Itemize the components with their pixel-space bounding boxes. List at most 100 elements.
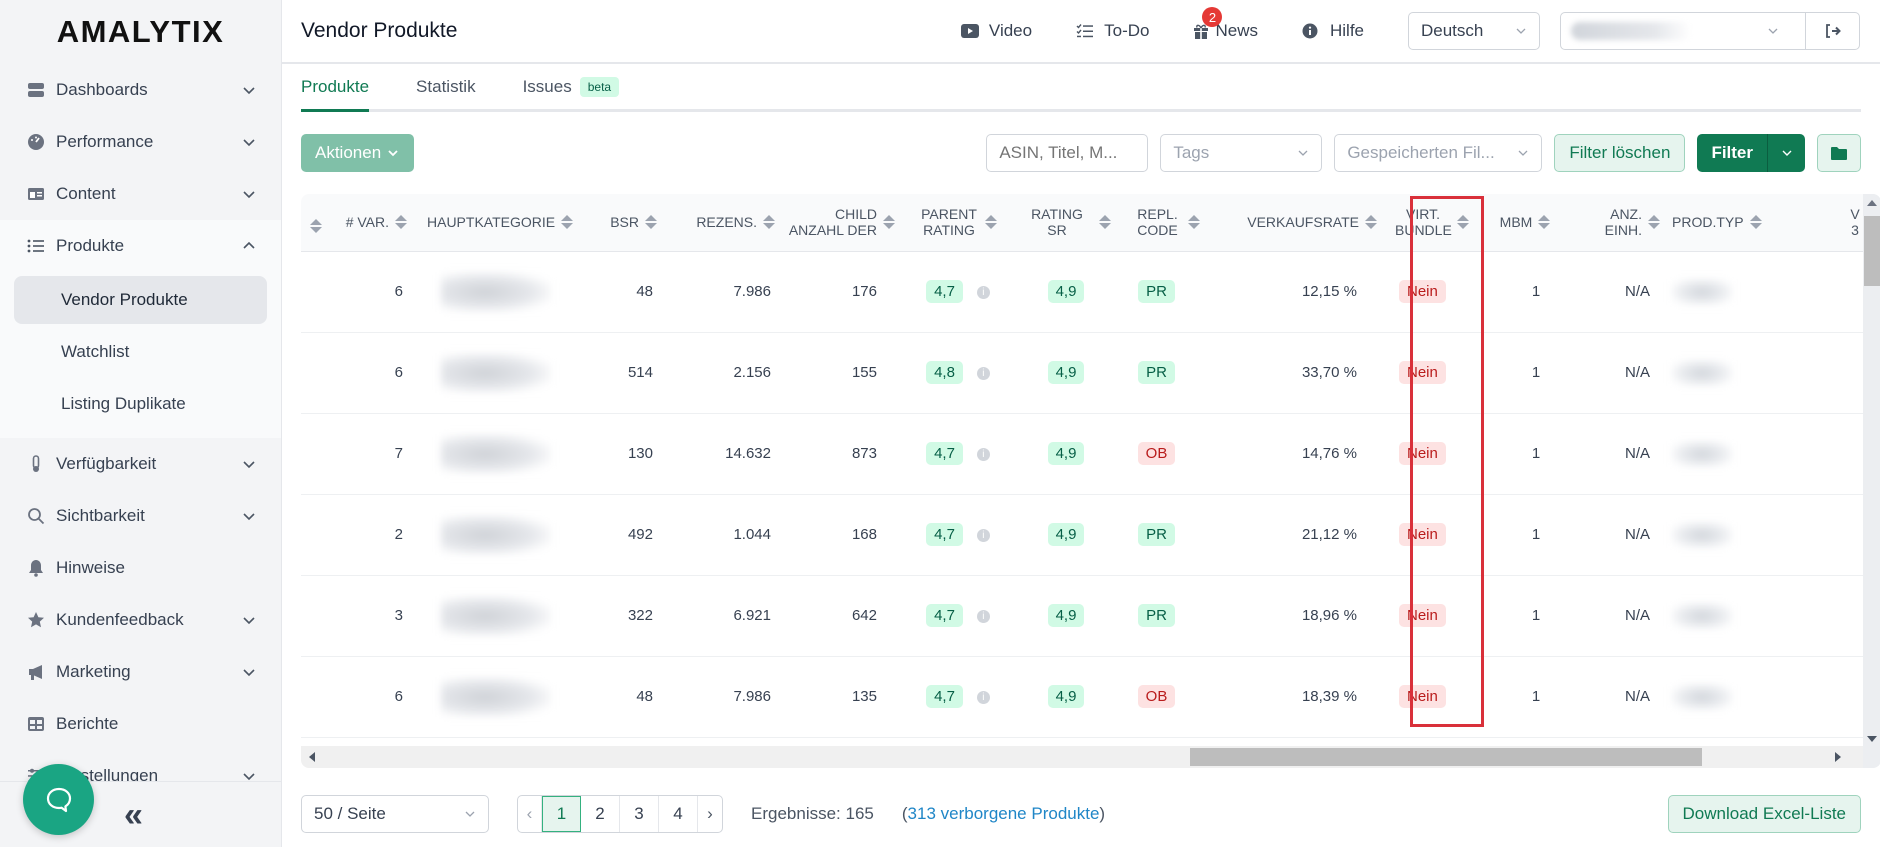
sidebar-item-sichtbarkeit[interactable]: Sichtbarkeit — [0, 490, 281, 542]
saved-filter-select[interactable]: Gespeicherten Fil... — [1334, 134, 1543, 172]
tab-label: Statistik — [416, 77, 476, 96]
info-icon[interactable]: i — [976, 609, 990, 623]
page-button-1[interactable]: 1 — [542, 796, 581, 832]
sidebar-item-kundenfeedback[interactable]: Kundenfeedback — [0, 594, 281, 646]
cell-repl-code: PR — [1115, 332, 1218, 414]
column-header-sort-prev[interactable] — [301, 194, 331, 252]
folder-button[interactable] — [1817, 134, 1861, 172]
download-excel-button[interactable]: Download Excel-Liste — [1667, 795, 1861, 833]
page-button-2[interactable]: 2 — [581, 796, 620, 832]
vertical-scroll-thumb[interactable] — [1864, 216, 1880, 286]
column-header-virt-bundle[interactable]: VIRT. BUNDLE — [1381, 194, 1481, 252]
account-select[interactable] — [1560, 12, 1860, 50]
cell-bsr: 514 — [581, 332, 661, 414]
search-input[interactable] — [986, 134, 1149, 172]
scroll-down-icon[interactable] — [1867, 736, 1877, 742]
column-header-parent-rating[interactable]: PARENT RATING — [899, 194, 1017, 252]
tab-label: Issues — [522, 77, 572, 96]
column-header-prod-typ[interactable]: PROD.TYP — [1664, 194, 1814, 252]
info-icon[interactable]: i — [976, 690, 990, 704]
column-header-rezens[interactable]: REZENS. — [661, 194, 779, 252]
table-row[interactable]: 7 130 14.632 873 4,7 i 4,9 OB 14,76 % Nein 1 N/A — [301, 413, 1865, 495]
sidebar-item-content[interactable]: Content — [0, 168, 281, 220]
column-header-anz-einh[interactable]: ANZ. EINH. — [1569, 194, 1664, 252]
sidebar-item-hinweise[interactable]: Hinweise — [0, 542, 281, 594]
sidebar-subitem-vendor-produkte[interactable]: Vendor Produkte — [14, 276, 267, 324]
sidebar-item-performance[interactable]: Performance — [0, 116, 281, 168]
tags-select[interactable]: Tags — [1160, 134, 1323, 172]
info-icon[interactable]: i — [976, 285, 990, 299]
page-button-4[interactable]: 4 — [659, 796, 698, 832]
todo-link[interactable]: To-Do — [1076, 21, 1149, 41]
page-button-3[interactable]: 3 — [620, 796, 659, 832]
table-row[interactable]: 6 48 7.986 176 4,7 i 4,9 PR 12,15 % Nein 1 N/A — [301, 251, 1865, 333]
video-link[interactable]: Video — [960, 21, 1032, 41]
sort-icon — [1749, 215, 1762, 230]
thermometer-icon — [26, 454, 46, 474]
news-link[interactable]: 2 News — [1193, 7, 1258, 41]
account-value[interactable] — [1561, 13, 1805, 49]
column-header-child-anzahl[interactable]: CHILD ANZAHL DER — [779, 194, 899, 252]
table-row[interactable]: 6 514 2.156 155 4,8 i 4,9 PR 33,70 % Nein 1 N/A — [301, 332, 1865, 414]
table-row[interactable]: 6 48 7.986 135 4,7 i 4,9 OB 18,39 % Nein 1 N/A — [301, 656, 1865, 738]
column-header-rating-sr[interactable]: RATING SR — [1017, 194, 1115, 252]
sort-icon — [1457, 215, 1469, 230]
actions-button[interactable]: Aktionen — [301, 134, 415, 172]
sidebar-item-produkte[interactable]: Produkte — [0, 220, 281, 272]
sidebar-item-marketing[interactable]: Marketing — [0, 646, 281, 698]
filter-dropdown-button[interactable] — [1768, 134, 1805, 172]
filter-button-group: Filter — [1697, 134, 1805, 172]
column-header-var[interactable]: # VAR. — [331, 194, 411, 252]
info-icon[interactable]: i — [976, 528, 990, 542]
parent-rating-pill: 4,8 — [926, 361, 963, 384]
scroll-right-icon[interactable] — [1835, 752, 1841, 762]
next-page-button[interactable]: › — [698, 796, 722, 832]
clear-filter-button[interactable]: Filter löschen — [1554, 134, 1686, 172]
table-row[interactable]: 3 322 6.921 642 4,7 i 4,9 PR 18,96 % Nein 1 N/A — [301, 575, 1865, 657]
filter-button[interactable]: Filter — [1697, 134, 1768, 172]
help-link[interactable]: Hilfe — [1302, 21, 1364, 41]
tab-statistik[interactable]: Statistik — [416, 77, 476, 109]
tab-issues[interactable]: Issues beta — [523, 77, 620, 109]
sidebar-subitem-listing-duplikate[interactable]: Listing Duplikate — [14, 380, 267, 428]
repl-code-pill: OB — [1137, 685, 1176, 708]
cell-mbm: 1 — [1481, 251, 1569, 333]
tab-produkte[interactable]: Produkte — [301, 77, 370, 112]
column-header-bsr[interactable]: BSR — [581, 194, 661, 252]
cell-prod-typ — [1664, 494, 1814, 576]
cell-prod-typ — [1664, 413, 1814, 495]
horizontal-scrollbar[interactable] — [301, 746, 1863, 768]
info-icon[interactable]: i — [976, 447, 990, 461]
id-card-icon — [26, 184, 46, 204]
sidebar-item-verfuegbarkeit[interactable]: Verfügbarkeit — [0, 438, 281, 490]
cell-verkaufsrate: 18,96 % — [1218, 575, 1381, 657]
scroll-up-icon[interactable] — [1867, 200, 1877, 206]
sidebar-item-label: Berichte — [56, 714, 119, 733]
column-header-hauptkategorie[interactable]: HAUPTKATEGORIE — [411, 194, 581, 252]
sidebar-item-dashboards[interactable]: Dashboards — [0, 64, 281, 116]
table-row[interactable]: 2 492 1.044 168 4,7 i 4,9 PR 21,12 % Nein 1 N/A — [301, 494, 1865, 576]
info-icon[interactable]: i — [976, 366, 990, 380]
page-size-select[interactable]: 50 / Seite — [301, 795, 489, 833]
collapse-sidebar-button[interactable]: « — [124, 798, 143, 832]
repl-code-pill: PR — [1138, 604, 1175, 627]
chat-button[interactable] — [23, 764, 94, 835]
cell-child-anzahl: 168 — [779, 494, 899, 576]
cell-var: 2 — [331, 494, 411, 576]
language-select[interactable]: Deutsch — [1408, 12, 1540, 50]
sidebar-item-berichte[interactable]: Berichte — [0, 698, 281, 750]
prev-page-button[interactable]: ‹ — [518, 796, 542, 832]
cell-mbm: 1 — [1481, 575, 1569, 657]
column-header-next[interactable]: V 3 — [1814, 194, 1865, 252]
column-header-verkaufsrate[interactable]: VERKAUFSRATE — [1218, 194, 1381, 252]
vertical-scrollbar[interactable] — [1863, 194, 1880, 768]
column-header-mbm[interactable]: MBM — [1481, 194, 1569, 252]
hidden-products-link[interactable]: 313 verborgene Produkte — [908, 804, 1100, 823]
chevron-down-icon — [1782, 150, 1791, 156]
horizontal-scroll-thumb[interactable] — [1190, 748, 1702, 766]
column-header-repl-code[interactable]: REPL. CODE — [1115, 194, 1218, 252]
logout-button[interactable] — [1805, 13, 1859, 49]
sidebar-subitem-watchlist[interactable]: Watchlist — [14, 328, 267, 376]
scroll-left-icon[interactable] — [309, 752, 315, 762]
cell-prod-typ — [1664, 251, 1814, 333]
